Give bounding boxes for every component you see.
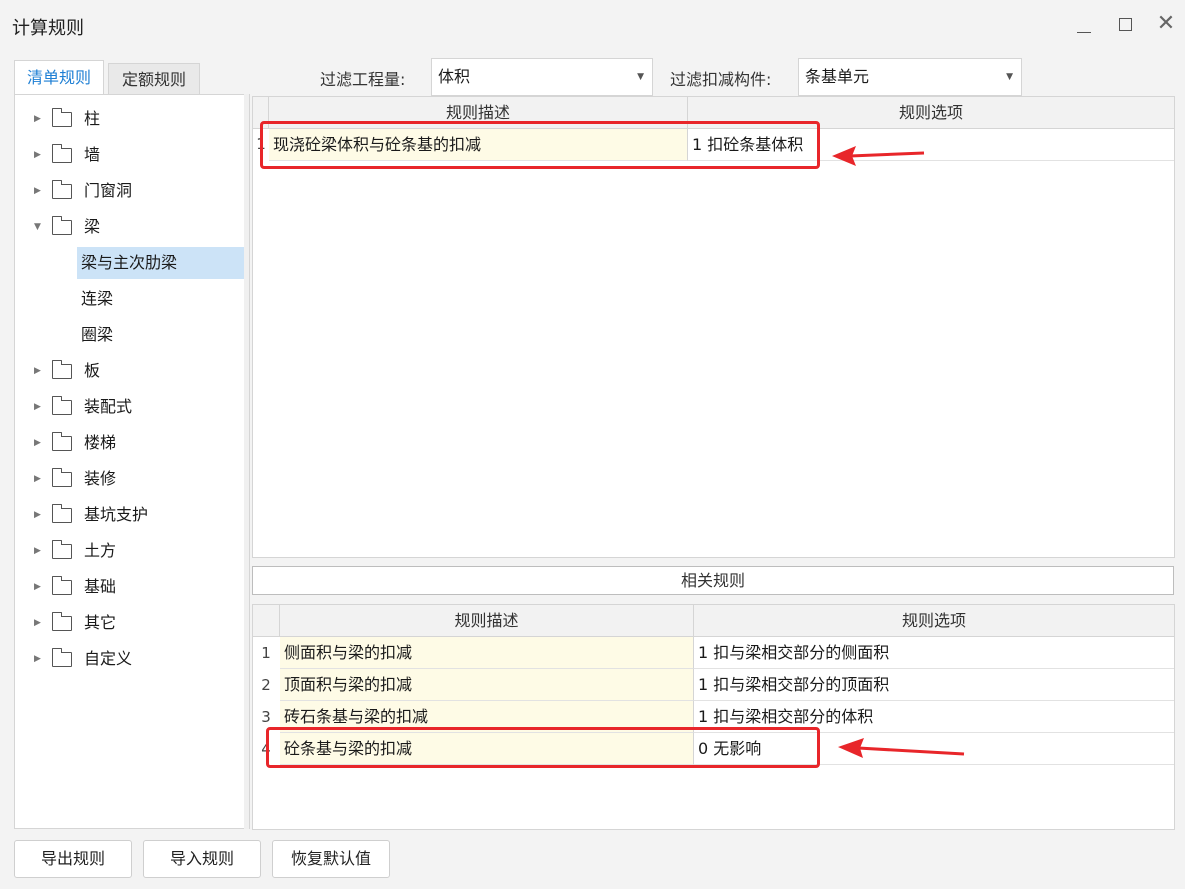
tree-item-label: 门窗洞	[84, 181, 133, 200]
folder-icon	[51, 576, 72, 595]
folder-icon	[51, 180, 72, 199]
tree-item-other[interactable]: ▶ 其它	[15, 607, 244, 639]
filter-quantity-select[interactable]: 体积 ▼	[431, 58, 653, 96]
rule-option-cell[interactable]: 1 扣与梁相交部分的顶面积	[694, 669, 1174, 701]
tree-item-custom[interactable]: ▶ 自定义	[15, 643, 244, 675]
folder-icon	[51, 144, 72, 163]
close-icon: ✕	[1156, 11, 1176, 36]
column-header-desc[interactable]: 规则描述	[280, 605, 694, 637]
tree-item-label: 板	[84, 361, 101, 380]
window-title: 计算规则	[12, 18, 84, 39]
tree-item-slab[interactable]: ▶ 板	[15, 355, 244, 387]
tree-item-label: 装修	[84, 469, 117, 488]
tree-item-label: 楼梯	[84, 433, 117, 452]
tree-item-label: 自定义	[84, 649, 133, 668]
tree-item-label: 柱	[84, 109, 101, 128]
maximize-button[interactable]	[1113, 12, 1137, 38]
folder-icon	[51, 468, 72, 487]
tree-item-decoration[interactable]: ▶ 装修	[15, 463, 244, 495]
expand-icon[interactable]: ▶	[34, 571, 41, 603]
tab-quota-rules[interactable]: 定额规则	[108, 63, 200, 94]
folder-icon	[51, 612, 72, 631]
expand-icon[interactable]: ▶	[34, 355, 41, 387]
tree-item-coupling-beam[interactable]: 连梁	[15, 283, 244, 315]
close-button[interactable]: ✕	[1154, 12, 1178, 38]
grid-header: 规则描述 规则选项	[253, 605, 1174, 637]
tree-item-label: 土方	[84, 541, 117, 560]
expand-icon[interactable]: ▶	[34, 607, 41, 639]
maximize-icon	[1118, 18, 1132, 31]
expand-icon[interactable]: ▶	[34, 391, 41, 423]
annotation-arrow-icon	[832, 146, 925, 166]
tree-splitter[interactable]	[244, 94, 250, 829]
filter-quantity-value: 体积	[438, 67, 471, 86]
tab-bill-rules[interactable]: 清单规则	[14, 60, 104, 94]
folder-icon	[51, 108, 72, 127]
rule-option-cell[interactable]: 1 扣与梁相交部分的侧面积	[694, 637, 1174, 669]
filter-quantity-label: 过滤工程量:	[320, 70, 406, 89]
rule-desc-cell[interactable]: 顶面积与梁的扣减	[280, 669, 694, 701]
dropdown-arrow-icon: ▼	[637, 72, 644, 82]
rule-desc-cell[interactable]: 侧面积与梁的扣减	[280, 637, 694, 669]
expand-icon[interactable]: ▶	[34, 643, 41, 675]
tree-item-ring-beam[interactable]: 圈梁	[15, 319, 244, 351]
expand-icon[interactable]: ▶	[34, 103, 41, 135]
category-tree: ▶ 柱 ▶ 墙 ▶ 门窗洞 ▼ 梁 梁与主次肋梁 连梁 圈梁 ▶ 板 ▶ 装配式…	[14, 94, 246, 829]
expand-icon[interactable]: ▶	[34, 427, 41, 459]
filter-deduct-select[interactable]: 条基单元 ▼	[798, 58, 1022, 96]
tree-item-beam-rib[interactable]: 梁与主次肋梁	[77, 247, 244, 279]
expand-icon[interactable]: ▶	[34, 535, 41, 567]
expand-icon[interactable]: ▶	[34, 175, 41, 207]
import-rules-button[interactable]: 导入规则	[143, 840, 261, 878]
expand-icon[interactable]: ▶	[34, 463, 41, 495]
filter-deduct-label: 过滤扣减构件:	[670, 70, 772, 89]
tree-item-column[interactable]: ▶ 柱	[15, 103, 244, 135]
expand-icon[interactable]: ▶	[34, 139, 41, 171]
minimize-button[interactable]	[1072, 12, 1096, 38]
tree-item-label: 基坑支护	[84, 505, 149, 524]
row-number: 2	[261, 676, 271, 694]
tree-item-label: 其它	[84, 613, 117, 632]
tree-item-earthwork[interactable]: ▶ 土方	[15, 535, 244, 567]
annotation-arrow-icon	[838, 738, 965, 758]
tree-item-label: 梁与主次肋梁	[81, 253, 178, 272]
row-num-header	[253, 605, 280, 637]
folder-icon	[51, 216, 72, 235]
folder-icon	[51, 360, 72, 379]
tree-item-wall[interactable]: ▶ 墙	[15, 139, 244, 171]
expand-icon[interactable]: ▶	[34, 499, 41, 531]
tree-item-foundation[interactable]: ▶ 基础	[15, 571, 244, 603]
highlight-box	[266, 727, 820, 768]
tree-item-opening[interactable]: ▶ 门窗洞	[15, 175, 244, 207]
tree-item-label: 墙	[84, 145, 101, 164]
tree-item-pit-support[interactable]: ▶ 基坑支护	[15, 499, 244, 531]
folder-icon	[51, 648, 72, 667]
highlight-box	[260, 121, 820, 169]
collapse-icon[interactable]: ▼	[34, 211, 41, 243]
tree-item-beam[interactable]: ▼ 梁	[15, 211, 244, 243]
row-number: 1	[261, 644, 271, 662]
tree-item-label: 基础	[84, 577, 117, 596]
dropdown-arrow-icon: ▼	[1006, 72, 1013, 82]
tree-item-stair[interactable]: ▶ 楼梯	[15, 427, 244, 459]
folder-icon	[51, 396, 72, 415]
related-rules-title: 相关规则	[252, 566, 1174, 595]
filter-deduct-value: 条基单元	[805, 67, 870, 86]
title-bar: 计算规则 ✕	[0, 0, 1185, 52]
folder-icon	[51, 540, 72, 559]
tree-item-label: 连梁	[81, 289, 114, 308]
restore-default-button[interactable]: 恢复默认值	[272, 840, 390, 878]
tree-item-label: 梁	[84, 217, 101, 236]
related-rules-grid: 规则描述 规则选项 1 侧面积与梁的扣减 1 扣与梁相交部分的侧面积 2 顶面积…	[252, 604, 1175, 830]
tree-item-label: 装配式	[84, 397, 133, 416]
tree-item-label: 圈梁	[81, 325, 114, 344]
export-rules-button[interactable]: 导出规则	[14, 840, 132, 878]
minimize-icon	[1077, 32, 1091, 33]
tree-item-prefab[interactable]: ▶ 装配式	[15, 391, 244, 423]
folder-icon	[51, 432, 72, 451]
folder-icon	[51, 504, 72, 523]
column-header-option[interactable]: 规则选项	[694, 605, 1174, 637]
